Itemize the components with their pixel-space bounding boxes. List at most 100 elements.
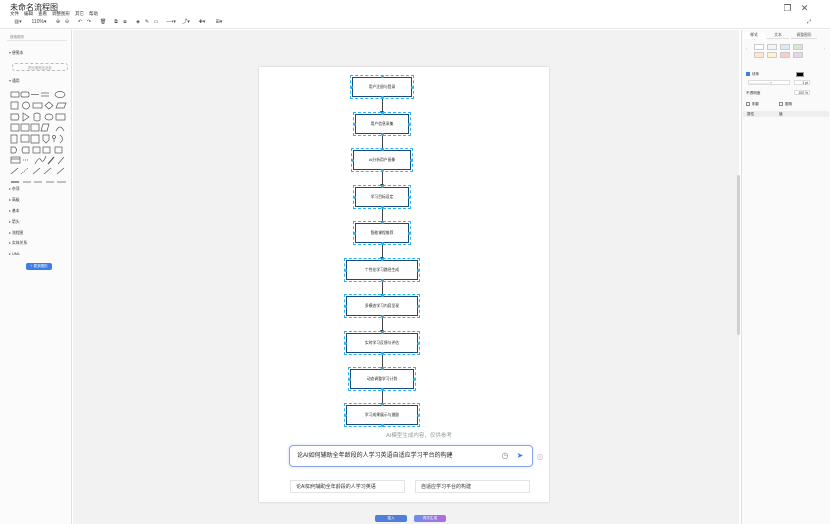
regenerate-button[interactable]: 再次生成 (414, 515, 446, 522)
section-basic[interactable]: 基本 (9, 208, 20, 214)
flow-node[interactable]: AI分析用户画像 (351, 148, 413, 172)
fill-color-icon[interactable]: ◈ (135, 19, 141, 26)
resize-handle[interactable] (380, 258, 384, 261)
flow-node[interactable]: 智能课程推荐 (353, 221, 411, 245)
zoom-in-icon[interactable]: ⊕ (55, 19, 61, 26)
ai-prompt-input[interactable]: 论AI如何辅助全年龄段的人学习英语自适应学习平台的构建 ◷ ➤ (289, 445, 533, 467)
delete-icon[interactable]: 🗑 (100, 19, 106, 26)
resize-handle[interactable] (380, 367, 384, 370)
resize-handle[interactable] (380, 294, 384, 297)
opacity-input[interactable]: 100 % (794, 90, 810, 95)
more-shapes-button[interactable]: + 更多图形 (26, 263, 52, 270)
style-swatch[interactable] (793, 52, 803, 58)
resize-handle[interactable] (348, 377, 351, 381)
resize-handle[interactable] (380, 96, 384, 99)
flow-node[interactable]: 个性化学习路径生成 (344, 258, 420, 282)
insert-icon[interactable]: ✚▾ (196, 19, 208, 26)
line-color-swatch[interactable] (796, 72, 804, 77)
line-width-input[interactable]: 1 pt (794, 80, 810, 85)
resize-handle[interactable] (408, 231, 411, 235)
style-swatch[interactable] (754, 52, 764, 58)
resize-handle[interactable] (408, 195, 411, 199)
section-scratchpad[interactable]: 便笺本 (9, 50, 23, 56)
close-icon[interactable]: ✕ (800, 4, 809, 13)
resize-handle[interactable] (380, 112, 384, 115)
resize-handle[interactable] (353, 122, 356, 126)
history-icon[interactable]: ◷ (500, 451, 510, 461)
waypoints-icon[interactable]: ⤴▾ (180, 19, 192, 26)
resize-handle[interactable] (380, 169, 384, 172)
flow-node[interactable]: 学习目标设定 (353, 185, 411, 209)
section-arrows[interactable]: 箭头 (9, 219, 20, 225)
resize-handle[interactable] (380, 388, 384, 391)
resize-handle[interactable] (411, 85, 414, 89)
style-swatch[interactable] (767, 44, 777, 50)
style-swatch[interactable] (780, 52, 790, 58)
tab-arrange[interactable]: 调整图形 (791, 32, 817, 39)
resize-handle[interactable] (380, 424, 384, 427)
resize-handle[interactable] (380, 352, 384, 355)
flow-node[interactable]: 用户信息采集 (353, 112, 411, 136)
line-pattern-select[interactable]: —————— ▾ (748, 80, 790, 85)
to-front-icon[interactable]: ⧉ (113, 19, 119, 26)
resize-handle[interactable] (344, 304, 347, 308)
resize-handle[interactable] (350, 85, 353, 89)
tab-style[interactable]: 样式 (743, 32, 765, 39)
flow-node[interactable]: 动态调整学习计划 (348, 367, 416, 391)
flow-node[interactable]: 实时学习反馈与评估 (344, 331, 420, 355)
resize-handle[interactable] (380, 242, 384, 245)
table-icon[interactable]: ⊞▾ (213, 19, 225, 26)
style-swatch[interactable] (767, 52, 777, 58)
style-swatch[interactable] (754, 44, 764, 50)
zoom-select[interactable]: 110%▾ (30, 19, 48, 26)
line-checkbox[interactable] (746, 72, 750, 76)
resize-handle[interactable] (417, 268, 420, 272)
view-panels-icon[interactable]: ▥▾ (12, 19, 24, 26)
resize-handle[interactable] (380, 315, 384, 318)
resize-handle[interactable] (380, 133, 384, 136)
resize-handle[interactable] (408, 122, 411, 126)
section-uml[interactable]: UML (9, 251, 20, 256)
resize-handle[interactable] (353, 231, 356, 235)
section-general[interactable]: 通用 (9, 78, 20, 84)
swatch-prev-icon[interactable]: ‹ (746, 47, 747, 51)
section-misc[interactable]: 杂项 (9, 186, 20, 192)
shadow-checkbox[interactable] (746, 102, 750, 106)
resize-handle[interactable] (417, 304, 420, 308)
tab-text[interactable]: 文本 (767, 32, 789, 39)
scratchpad-dropzone[interactable]: 把元素拖至此处 (12, 63, 68, 71)
resize-handle[interactable] (380, 148, 384, 151)
style-swatch[interactable] (793, 44, 803, 50)
flow-node[interactable]: 学习成果展示与激励 (344, 403, 420, 427)
resize-handle[interactable] (344, 341, 347, 345)
resize-handle[interactable] (413, 377, 416, 381)
resize-handle[interactable] (417, 413, 420, 417)
resize-handle[interactable] (380, 403, 384, 406)
section-entity-relation[interactable]: 实体关系 (9, 240, 27, 246)
swatch-next-icon[interactable]: › (824, 47, 825, 51)
stop-icon[interactable]: ◎ (535, 452, 545, 462)
resize-handle[interactable] (417, 341, 420, 345)
resize-handle[interactable] (380, 331, 384, 334)
section-advanced[interactable]: 高级 (9, 197, 20, 203)
shape-palette[interactable] (10, 90, 68, 210)
shadow-icon[interactable]: ▭ (153, 19, 159, 26)
suggestion-chip[interactable]: 自适应学习平台的构建 (415, 480, 530, 493)
send-icon[interactable]: ➤ (515, 451, 525, 461)
resize-handle[interactable] (380, 206, 384, 209)
resize-handle[interactable] (344, 413, 347, 417)
to-back-icon[interactable]: ⧈ (122, 19, 128, 26)
resize-handle[interactable] (351, 158, 354, 162)
zoom-out-icon[interactable]: ⊖ (64, 19, 70, 26)
resize-handle[interactable] (410, 158, 413, 162)
section-flowchart[interactable]: 流程图 (9, 230, 23, 236)
style-swatch[interactable] (780, 44, 790, 50)
rounded-checkbox[interactable] (779, 102, 783, 106)
resize-handle[interactable] (380, 221, 384, 224)
flow-node[interactable]: 用户注册与登录 (350, 75, 414, 99)
resize-handle[interactable] (380, 185, 384, 188)
resize-handle[interactable] (380, 279, 384, 282)
line-color-icon[interactable]: ✎ (144, 19, 150, 26)
resize-handle[interactable] (353, 195, 356, 199)
flow-node[interactable]: 多模态学习内容呈现 (344, 294, 420, 318)
